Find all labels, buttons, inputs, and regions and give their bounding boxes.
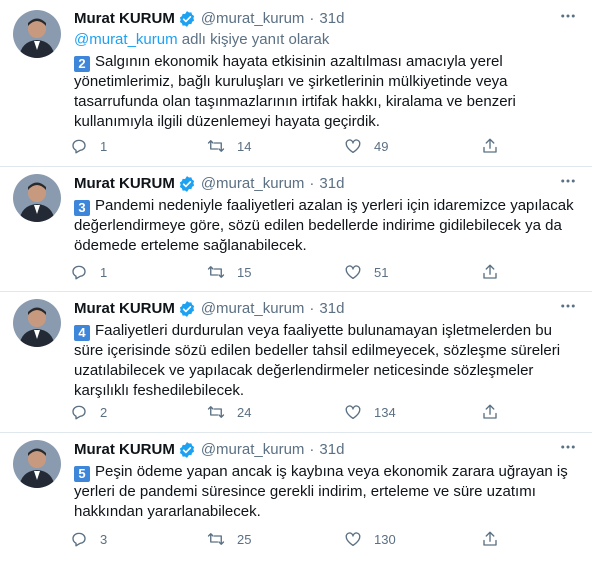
- avatar[interactable]: [13, 299, 61, 347]
- tweet-body: Salgının ekonomik hayata etkisinin azalt…: [74, 53, 516, 130]
- tweet-text: 5 Peşin ödeme yapan ancak iş kaybına veya…: [74, 462, 580, 522]
- like-count: 130: [374, 531, 396, 547]
- tweet[interactable]: Murat KURUM @murat_kurum · 31d 3 Pandemi …: [0, 167, 592, 292]
- retweet-icon: [207, 137, 225, 155]
- retweet-button[interactable]: 15: [207, 263, 344, 281]
- timestamp[interactable]: 31d: [319, 174, 344, 194]
- author-name[interactable]: Murat KURUM: [74, 9, 175, 29]
- separator: ·: [309, 10, 315, 27]
- author-handle[interactable]: @murat_kurum: [201, 440, 305, 460]
- tweet-actions: 2 24 134: [70, 402, 540, 422]
- reply-button[interactable]: 2: [70, 403, 207, 421]
- heart-icon: [344, 263, 362, 281]
- reply-icon: [70, 530, 88, 548]
- retweet-count: 14: [237, 138, 252, 154]
- tweet-actions: 1 14 49: [70, 136, 540, 156]
- separator: ·: [309, 175, 315, 192]
- like-count: 49: [374, 138, 389, 154]
- author-name[interactable]: Murat KURUM: [74, 299, 175, 319]
- like-button[interactable]: 51: [344, 263, 481, 281]
- retweet-count: 15: [237, 264, 252, 280]
- reply-icon: [70, 137, 88, 155]
- number-badge: 4: [74, 325, 90, 341]
- heart-icon: [344, 530, 362, 548]
- reply-button[interactable]: 1: [70, 263, 207, 281]
- tweet-actions: 3 25 130: [70, 529, 540, 549]
- replying-to: @murat_kurum adlı kişiye yanıt olarak: [74, 30, 580, 50]
- share-icon: [481, 263, 499, 281]
- tweet-text: 2 Salgının ekonomik hayata etkisinin azal…: [74, 52, 580, 132]
- like-count: 51: [374, 264, 389, 280]
- reply-count: 1: [100, 264, 108, 280]
- retweet-count: 25: [237, 531, 252, 547]
- tweet[interactable]: Murat KURUM @murat_kurum · 31d 4 Faaliyet…: [0, 292, 592, 433]
- share-button[interactable]: [481, 137, 501, 155]
- author-handle[interactable]: @murat_kurum: [201, 9, 305, 29]
- tweet-body: Pandemi nedeniyle faaliyetleri azalan iş…: [74, 197, 574, 254]
- retweet-button[interactable]: 25: [207, 530, 344, 548]
- verified-badge-icon: [178, 441, 196, 459]
- timestamp[interactable]: 31d: [319, 299, 344, 319]
- tweet[interactable]: Murat KURUM @murat_kurum · 31d 5 Peşin öd…: [0, 433, 592, 561]
- avatar[interactable]: [13, 440, 61, 488]
- share-button[interactable]: [481, 263, 501, 281]
- author-name[interactable]: Murat KURUM: [74, 174, 175, 194]
- avatar[interactable]: [13, 174, 61, 222]
- tweet-header: Murat KURUM @murat_kurum · 31d: [74, 174, 580, 194]
- share-icon: [481, 137, 499, 155]
- verified-badge-icon: [178, 300, 196, 318]
- number-badge: 2: [74, 56, 90, 72]
- like-button[interactable]: 49: [344, 137, 481, 155]
- reply-icon: [70, 403, 88, 421]
- like-button[interactable]: 130: [344, 530, 481, 548]
- timestamp[interactable]: 31d: [319, 9, 344, 29]
- separator: ·: [309, 441, 315, 458]
- share-button[interactable]: [481, 403, 501, 421]
- tweet[interactable]: Murat KURUM @murat_kurum · 31d @murat_ku…: [0, 0, 592, 167]
- tweet-header: Murat KURUM @murat_kurum · 31d: [74, 440, 580, 460]
- verified-badge-icon: [178, 10, 196, 28]
- number-badge: 3: [74, 200, 90, 216]
- retweet-button[interactable]: 14: [207, 137, 344, 155]
- avatar[interactable]: [13, 10, 61, 58]
- like-count: 134: [374, 404, 396, 420]
- separator: ·: [309, 300, 315, 317]
- tweet-text: 3 Pandemi nedeniyle faaliyetleri azalan i…: [74, 196, 580, 256]
- author-name[interactable]: Murat KURUM: [74, 440, 175, 460]
- reply-button[interactable]: 1: [70, 137, 207, 155]
- reply-count: 1: [100, 138, 108, 154]
- reply-icon: [70, 263, 88, 281]
- tweet-body: Peşin ödeme yapan ancak iş kaybına veya …: [74, 463, 568, 520]
- share-icon: [481, 403, 499, 421]
- share-icon: [481, 530, 499, 548]
- tweet-actions: 1 15 51: [70, 262, 540, 282]
- tweet-body: Faaliyetleri durdurulan veya faaliyette …: [74, 322, 561, 399]
- tweet-header: Murat KURUM @murat_kurum · 31d: [74, 299, 580, 319]
- replying-suffix: adlı kişiye yanıt olarak: [181, 31, 330, 48]
- number-badge: 5: [74, 466, 90, 482]
- like-button[interactable]: 134: [344, 403, 481, 421]
- retweet-icon: [207, 530, 225, 548]
- reply-count: 2: [100, 404, 108, 420]
- author-handle[interactable]: @murat_kurum: [201, 174, 305, 194]
- reply-count: 3: [100, 531, 108, 547]
- heart-icon: [344, 403, 362, 421]
- tweet-text: 4 Faaliyetleri durdurulan veya faaliyette…: [74, 321, 580, 401]
- retweet-button[interactable]: 24: [207, 403, 344, 421]
- reply-mention-link[interactable]: @murat_kurum: [74, 31, 178, 48]
- retweet-icon: [207, 403, 225, 421]
- retweet-count: 24: [237, 404, 252, 420]
- share-button[interactable]: [481, 530, 501, 548]
- heart-icon: [344, 137, 362, 155]
- tweet-header: Murat KURUM @murat_kurum · 31d: [74, 9, 580, 29]
- retweet-icon: [207, 263, 225, 281]
- author-handle[interactable]: @murat_kurum: [201, 299, 305, 319]
- verified-badge-icon: [178, 175, 196, 193]
- timestamp[interactable]: 31d: [319, 440, 344, 460]
- reply-button[interactable]: 3: [70, 530, 207, 548]
